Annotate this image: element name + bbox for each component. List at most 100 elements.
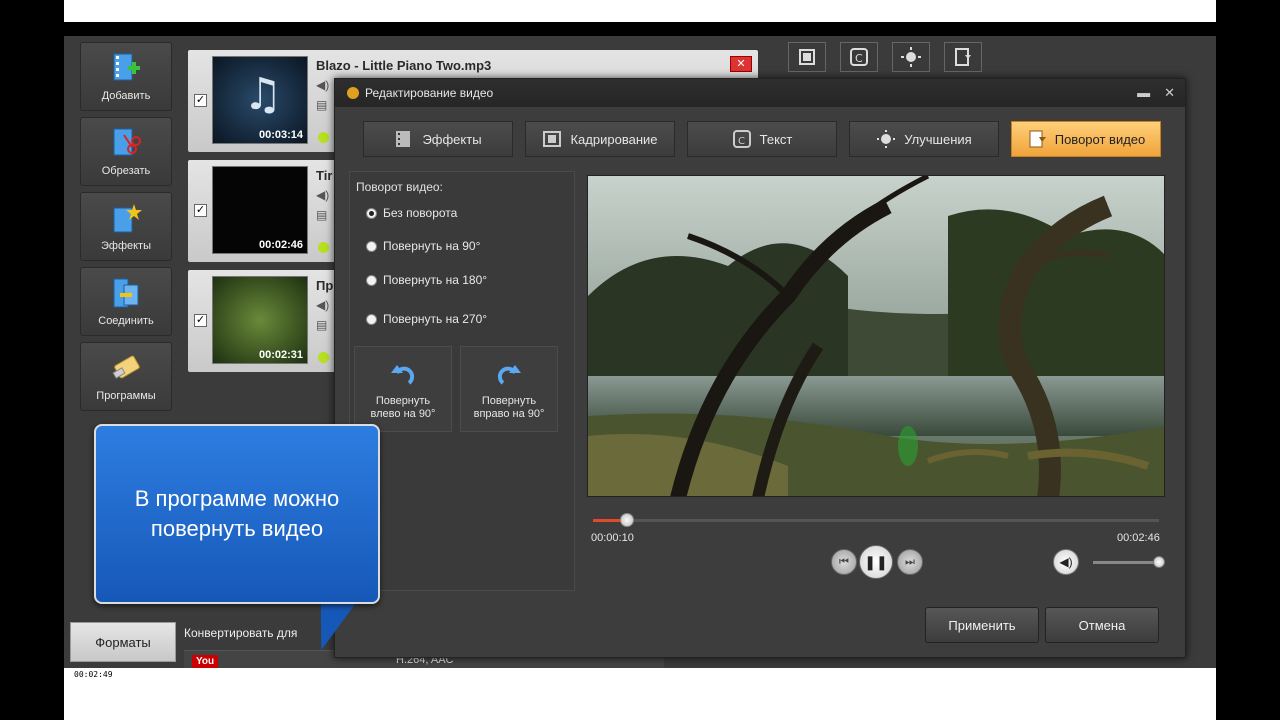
cut-button[interactable]: Обрезать — [80, 117, 172, 186]
skip-forward-icon: ⏭ — [905, 555, 915, 568]
radio-rotate-270[interactable] — [366, 313, 377, 325]
rotate-right-button[interactable]: Повернуть вправо на 90° — [460, 346, 558, 432]
pause-icon: ❚❚ — [864, 553, 888, 570]
edit-video-dialog: Редактирование видео ▬ ✕ Эффекты Кадриро… — [334, 78, 1186, 658]
top-toolbar: C — [788, 42, 982, 72]
brightness-icon — [876, 130, 896, 148]
previous-button[interactable]: ⏮ — [831, 549, 857, 575]
video-frame-bottom-border — [64, 668, 1216, 720]
current-time: 00:00:10 — [591, 532, 634, 544]
rotate-left-button[interactable]: Повернуть влево на 90° — [354, 346, 452, 432]
speaker-icon[interactable]: ◀) — [316, 78, 329, 92]
seek-bar-handle[interactable] — [619, 513, 634, 527]
effects-icon — [394, 130, 414, 148]
file-name: Tir — [316, 168, 333, 183]
option-rotate-180[interactable]: Повернуть на 180° — [366, 273, 487, 287]
seek-bar[interactable] — [593, 513, 1159, 527]
tab-crop[interactable]: Кадрирование — [525, 121, 675, 157]
svg-text:C: C — [738, 136, 745, 147]
total-time: 00:02:46 — [1117, 532, 1160, 544]
tab-effects[interactable]: Эффекты — [363, 121, 513, 157]
volume-slider-handle[interactable] — [1153, 556, 1165, 568]
join-film-icon — [110, 277, 142, 309]
rotation-title: Поворот видео: — [356, 180, 443, 194]
film-icon[interactable]: ▤ — [316, 98, 327, 112]
programs-button-label: Программы — [96, 389, 156, 402]
volume-button[interactable]: ◀) — [1053, 549, 1079, 575]
option-rotate-90[interactable]: Повернуть на 90° — [366, 239, 480, 253]
status-dot — [318, 352, 329, 363]
option-rotate-180-label: Повернуть на 180° — [383, 273, 488, 287]
tab-effects-label: Эффекты — [422, 131, 482, 147]
apply-button[interactable]: Применить — [925, 607, 1039, 643]
option-rotate-90-label: Повернуть на 90° — [383, 239, 481, 253]
tab-rotate-video[interactable]: Поворот видео — [1011, 121, 1161, 157]
brightness-icon — [901, 47, 921, 67]
skip-back-icon: ⏮ — [839, 555, 849, 568]
speaker-icon[interactable]: ◀) — [316, 188, 329, 202]
crop-icon — [542, 130, 562, 148]
film-icon[interactable]: ▤ — [316, 208, 327, 222]
option-rotate-270[interactable]: Повернуть на 270° — [366, 312, 487, 326]
volume-slider[interactable] — [1093, 556, 1165, 568]
close-icon[interactable]: ✕ — [730, 56, 752, 72]
add-button-label: Добавить — [101, 89, 151, 102]
tab-crop-label: Кадрирование — [570, 131, 658, 147]
tab-text[interactable]: C Текст — [687, 121, 837, 157]
file-thumbnail: 00:02:46 — [212, 166, 308, 254]
cut-button-label: Обрезать — [101, 164, 151, 177]
join-button-label: Соединить — [98, 314, 154, 327]
tab-enhancements-label: Улучшения — [904, 131, 972, 147]
file-duration: 00:02:46 — [258, 239, 303, 251]
next-button[interactable]: ⏭ — [897, 549, 923, 575]
tools-icon — [110, 352, 142, 384]
text-icon: C — [732, 130, 752, 148]
file-name: Blazo - Little Piano Two.mp3 — [316, 58, 492, 73]
rotate-tool-button[interactable] — [944, 42, 982, 72]
crop-tool-button[interactable] — [788, 42, 826, 72]
rotate-video-icon — [955, 48, 971, 66]
file-checkbox[interactable]: ✓ — [194, 314, 207, 327]
app-screen: Добавить Обрезать Эффекты Соединить Прог… — [64, 36, 1216, 668]
radio-rotate-180[interactable] — [366, 274, 377, 286]
join-button[interactable]: Соединить — [80, 267, 172, 336]
minimize-icon[interactable]: ▬ — [1137, 85, 1150, 101]
svg-text:C: C — [855, 52, 863, 65]
video-timestamp: 00:02:49 — [74, 670, 113, 679]
radio-no-rotation[interactable] — [366, 207, 377, 219]
radio-rotate-90[interactable] — [366, 240, 377, 252]
cancel-button[interactable]: Отмена — [1045, 607, 1159, 643]
film-icon[interactable]: ▤ — [316, 318, 327, 332]
brightness-tool-button[interactable] — [892, 42, 930, 72]
option-rotate-270-label: Повернуть на 270° — [383, 312, 488, 326]
add-button[interactable]: Добавить — [80, 42, 172, 111]
text-tool-button[interactable]: C — [840, 42, 878, 72]
music-note-icon: ♫ — [243, 69, 282, 120]
effects-film-icon — [110, 202, 142, 234]
speaker-icon[interactable]: ◀) — [316, 298, 329, 312]
add-film-icon — [110, 52, 142, 84]
formats-button[interactable]: Форматы — [70, 622, 176, 662]
rotation-panel: Поворот видео: Без поворота Повернуть на… — [349, 171, 575, 591]
video-frame-top-border — [64, 0, 1216, 22]
option-no-rotation[interactable]: Без поворота — [366, 206, 457, 220]
youtube-logo: You — [192, 655, 219, 668]
tab-enhancements[interactable]: Улучшения — [849, 121, 999, 157]
pause-button[interactable]: ❚❚ — [859, 545, 893, 579]
file-checkbox[interactable]: ✓ — [194, 204, 207, 217]
file-checkbox[interactable]: ✓ — [194, 94, 207, 107]
programs-button[interactable]: Программы — [80, 342, 172, 411]
cut-film-icon — [110, 127, 142, 159]
status-dot — [318, 242, 329, 253]
speaker-icon: ◀) — [1059, 555, 1073, 569]
main-sidebar: Добавить Обрезать Эффекты Соединить Прог… — [80, 42, 174, 417]
file-name: Пр — [316, 278, 334, 293]
video-preview[interactable] — [587, 175, 1165, 497]
effects-button[interactable]: Эффекты — [80, 192, 172, 261]
effects-button-label: Эффекты — [100, 239, 151, 252]
file-thumbnail: ♫ 00:03:14 — [212, 56, 308, 144]
close-icon[interactable]: ✕ — [1164, 85, 1175, 101]
rotate-left-label: Повернуть влево на 90° — [370, 395, 436, 420]
rotate-right-label: Повернуть вправо на 90° — [473, 395, 545, 420]
rotate-video-icon — [1027, 130, 1047, 148]
